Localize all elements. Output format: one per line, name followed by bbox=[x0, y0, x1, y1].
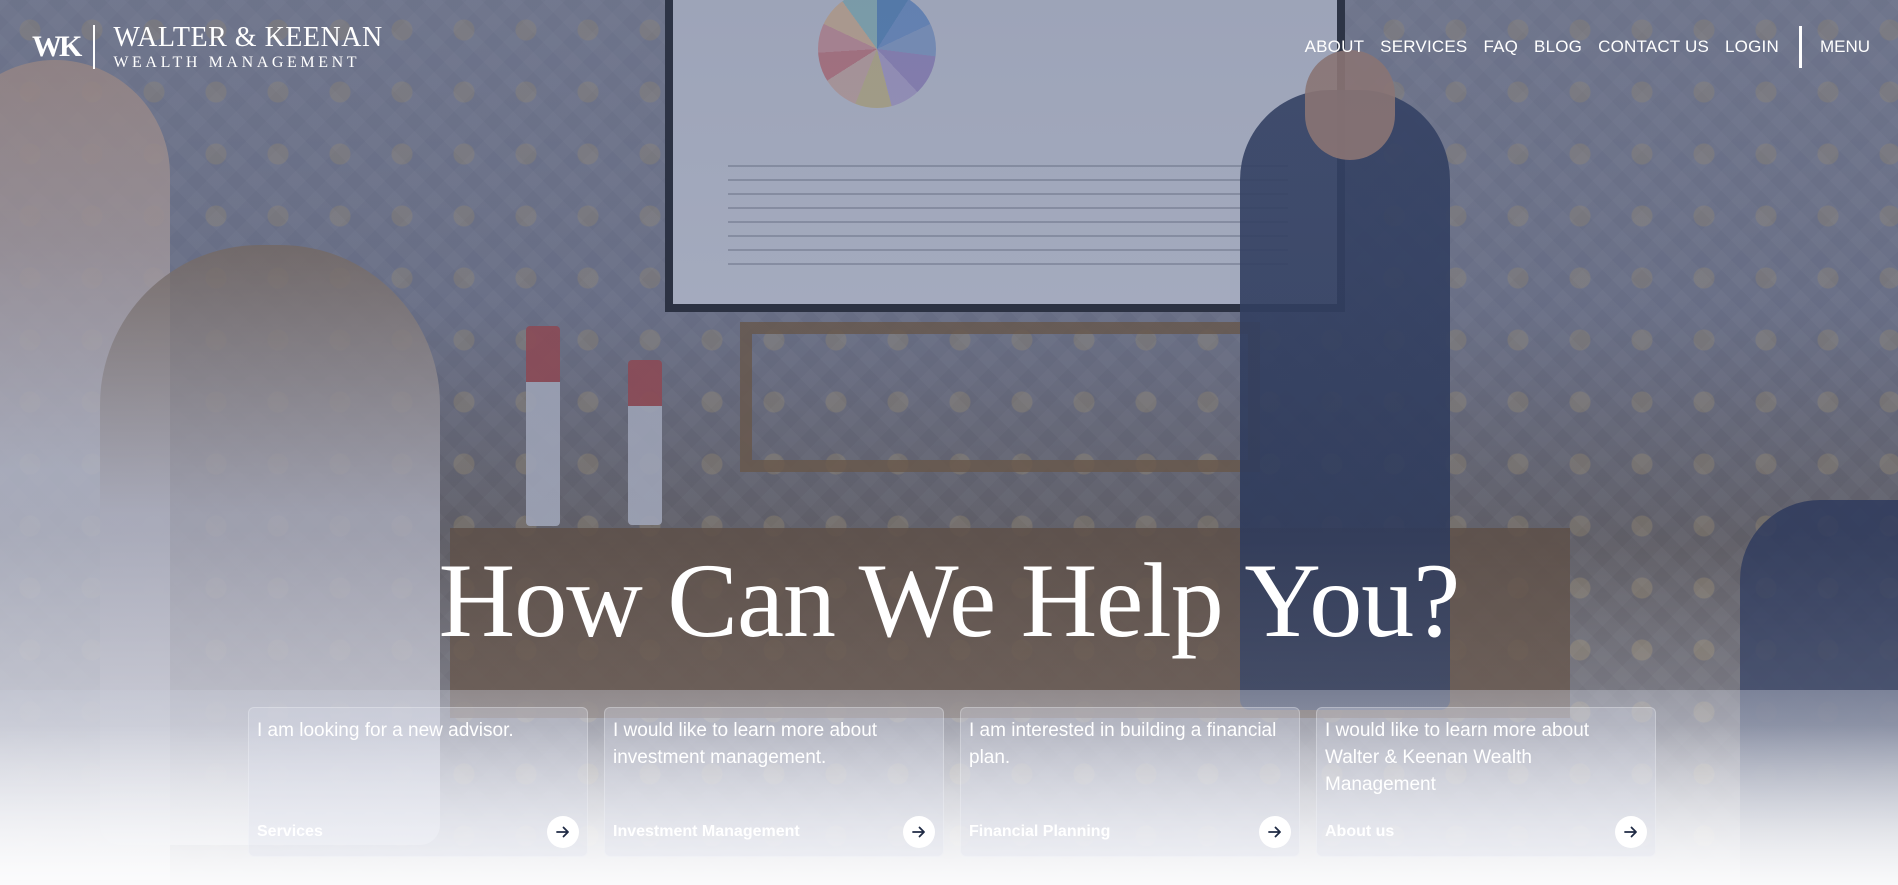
site-header: WK WALTER & KEENAN WEALTH MANAGEMENT ABO… bbox=[0, 0, 1898, 95]
card-question: I would like to learn more about investm… bbox=[613, 720, 878, 768]
card-question: I would like to learn more about Walter … bbox=[1325, 720, 1590, 795]
card-link-services[interactable]: Services bbox=[257, 823, 323, 841]
card-footer: Financial Planning bbox=[969, 816, 1291, 848]
nav-divider bbox=[1798, 26, 1802, 68]
help-card-new-advisor[interactable]: I am looking for a new advisor. Services bbox=[248, 707, 588, 857]
help-card-investment-management[interactable]: I would like to learn more about investm… bbox=[604, 707, 944, 857]
logo-name: WALTER & KEENAN bbox=[113, 21, 383, 53]
arrow-right-icon[interactable] bbox=[547, 816, 579, 848]
card-link-investment-management[interactable]: Investment Management bbox=[613, 823, 800, 841]
main-nav: ABOUT SERVICES FAQ BLOG CONTACT US LOGIN… bbox=[1289, 26, 1870, 68]
arrow-right-icon[interactable] bbox=[1259, 816, 1291, 848]
menu-button[interactable]: MENU bbox=[1820, 37, 1870, 57]
card-question: I am looking for a new advisor. bbox=[257, 720, 514, 741]
arrow-right-icon[interactable] bbox=[903, 816, 935, 848]
brand-logo[interactable]: WK WALTER & KEENAN WEALTH MANAGEMENT bbox=[32, 21, 383, 71]
card-link-financial-planning[interactable]: Financial Planning bbox=[969, 823, 1110, 841]
help-cards: I am looking for a new advisor. Services… bbox=[248, 707, 1656, 857]
card-link-about-us[interactable]: About us bbox=[1325, 823, 1394, 841]
logo-tagline: WEALTH MANAGEMENT bbox=[113, 53, 361, 71]
hero-headline: How Can We Help You? bbox=[438, 542, 1461, 659]
card-question: I am interested in building a financial … bbox=[969, 720, 1277, 768]
card-footer: About us bbox=[1325, 816, 1647, 848]
card-footer: Services bbox=[257, 816, 579, 848]
nav-link-services[interactable]: SERVICES bbox=[1380, 37, 1467, 57]
help-card-about[interactable]: I would like to learn more about Walter … bbox=[1316, 707, 1656, 857]
arrow-right-icon[interactable] bbox=[1615, 816, 1647, 848]
nav-link-blog[interactable]: BLOG bbox=[1534, 37, 1582, 57]
nav-link-about[interactable]: ABOUT bbox=[1305, 37, 1365, 57]
help-card-financial-plan[interactable]: I am interested in building a financial … bbox=[960, 707, 1300, 857]
logo-monogram: WK bbox=[32, 30, 82, 63]
nav-link-faq[interactable]: FAQ bbox=[1483, 37, 1518, 57]
logo-divider bbox=[93, 25, 96, 69]
nav-link-login[interactable]: LOGIN bbox=[1725, 37, 1779, 57]
nav-link-contact-us[interactable]: CONTACT US bbox=[1598, 37, 1709, 57]
logo-wordmark: WALTER & KEENAN WEALTH MANAGEMENT bbox=[113, 21, 383, 71]
card-footer: Investment Management bbox=[613, 816, 935, 848]
